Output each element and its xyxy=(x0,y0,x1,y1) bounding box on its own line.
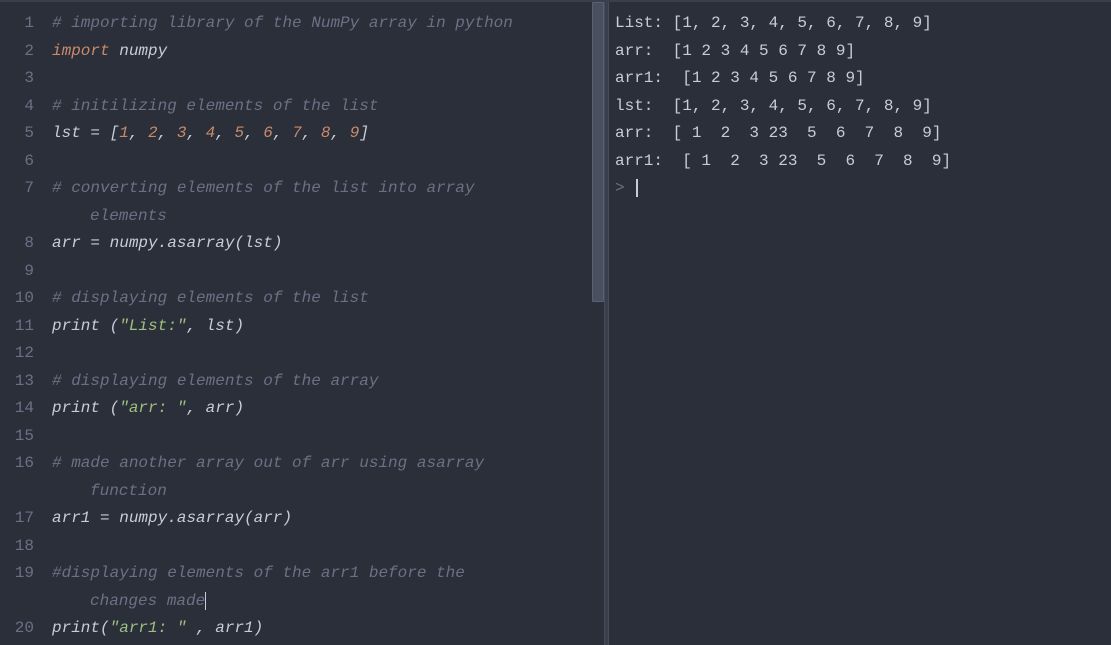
code-line[interactable]: elements xyxy=(46,203,604,231)
line-number: 16 xyxy=(0,450,34,478)
scrollbar-thumb[interactable] xyxy=(592,2,604,302)
output-line: arr1: [ 1 2 3 23 5 6 7 8 9] xyxy=(615,148,1105,176)
line-number: 2 xyxy=(0,38,34,66)
output-line: arr: [ 1 2 3 23 5 6 7 8 9] xyxy=(615,120,1105,148)
code-line[interactable] xyxy=(46,258,604,286)
code-line[interactable]: # displaying elements of the array xyxy=(46,368,604,396)
code-line[interactable]: changes made xyxy=(46,588,604,616)
terminal-cursor xyxy=(636,179,638,197)
code-line[interactable]: arr1 = numpy.asarray(arr) xyxy=(46,505,604,533)
line-gutter: 1234567891011121314151617181920 xyxy=(0,2,46,645)
code-line[interactable]: # made another array out of arr using as… xyxy=(46,450,604,478)
line-number: 13 xyxy=(0,368,34,396)
editor-scrollbar[interactable] xyxy=(590,2,604,645)
line-number: 3 xyxy=(0,65,34,93)
line-number: 8 xyxy=(0,230,34,258)
line-number: 14 xyxy=(0,395,34,423)
prompt-line[interactable]: > xyxy=(615,175,1105,203)
line-number: 11 xyxy=(0,313,34,341)
code-line[interactable]: print ("arr: ", arr) xyxy=(46,395,604,423)
text-cursor xyxy=(205,592,206,610)
line-number: 7 xyxy=(0,175,34,203)
line-number xyxy=(0,588,34,616)
line-number: 12 xyxy=(0,340,34,368)
editor-pane[interactable]: 1234567891011121314151617181920 # import… xyxy=(0,2,604,645)
line-number: 9 xyxy=(0,258,34,286)
line-number: 6 xyxy=(0,148,34,176)
line-number: 17 xyxy=(0,505,34,533)
output-line: lst: [1, 2, 3, 4, 5, 6, 7, 8, 9] xyxy=(615,93,1105,121)
line-number: 19 xyxy=(0,560,34,588)
line-number: 4 xyxy=(0,93,34,121)
line-number xyxy=(0,203,34,231)
line-number xyxy=(0,478,34,506)
code-line[interactable]: # converting elements of the list into a… xyxy=(46,175,604,203)
code-line[interactable]: # initilizing elements of the list xyxy=(46,93,604,121)
line-number: 20 xyxy=(0,615,34,643)
output-line: List: [1, 2, 3, 4, 5, 6, 7, 8, 9] xyxy=(615,10,1105,38)
code-area[interactable]: # importing library of the NumPy array i… xyxy=(46,2,604,645)
line-number: 1 xyxy=(0,10,34,38)
line-number: 10 xyxy=(0,285,34,313)
code-line[interactable] xyxy=(46,533,604,561)
code-line[interactable]: lst = [1, 2, 3, 4, 5, 6, 7, 8, 9] xyxy=(46,120,604,148)
line-number: 5 xyxy=(0,120,34,148)
code-line[interactable]: print ("List:", lst) xyxy=(46,313,604,341)
code-line[interactable]: arr = numpy.asarray(lst) xyxy=(46,230,604,258)
line-number: 18 xyxy=(0,533,34,561)
ide-window: 1234567891011121314151617181920 # import… xyxy=(0,0,1111,645)
code-line[interactable]: print("arr1: " , arr1) xyxy=(46,615,604,643)
code-line[interactable]: # displaying elements of the list xyxy=(46,285,604,313)
code-line[interactable]: import numpy xyxy=(46,38,604,66)
code-line[interactable] xyxy=(46,340,604,368)
code-line[interactable] xyxy=(46,65,604,93)
output-pane[interactable]: List: [1, 2, 3, 4, 5, 6, 7, 8, 9]arr: [1… xyxy=(609,2,1111,645)
code-line[interactable] xyxy=(46,423,604,451)
code-line[interactable]: # importing library of the NumPy array i… xyxy=(46,10,604,38)
line-number: 15 xyxy=(0,423,34,451)
output-line: arr1: [1 2 3 4 5 6 7 8 9] xyxy=(615,65,1105,93)
code-line[interactable]: #displaying elements of the arr1 before … xyxy=(46,560,604,588)
output-line: arr: [1 2 3 4 5 6 7 8 9] xyxy=(615,38,1105,66)
code-line[interactable]: function xyxy=(46,478,604,506)
code-line[interactable] xyxy=(46,148,604,176)
